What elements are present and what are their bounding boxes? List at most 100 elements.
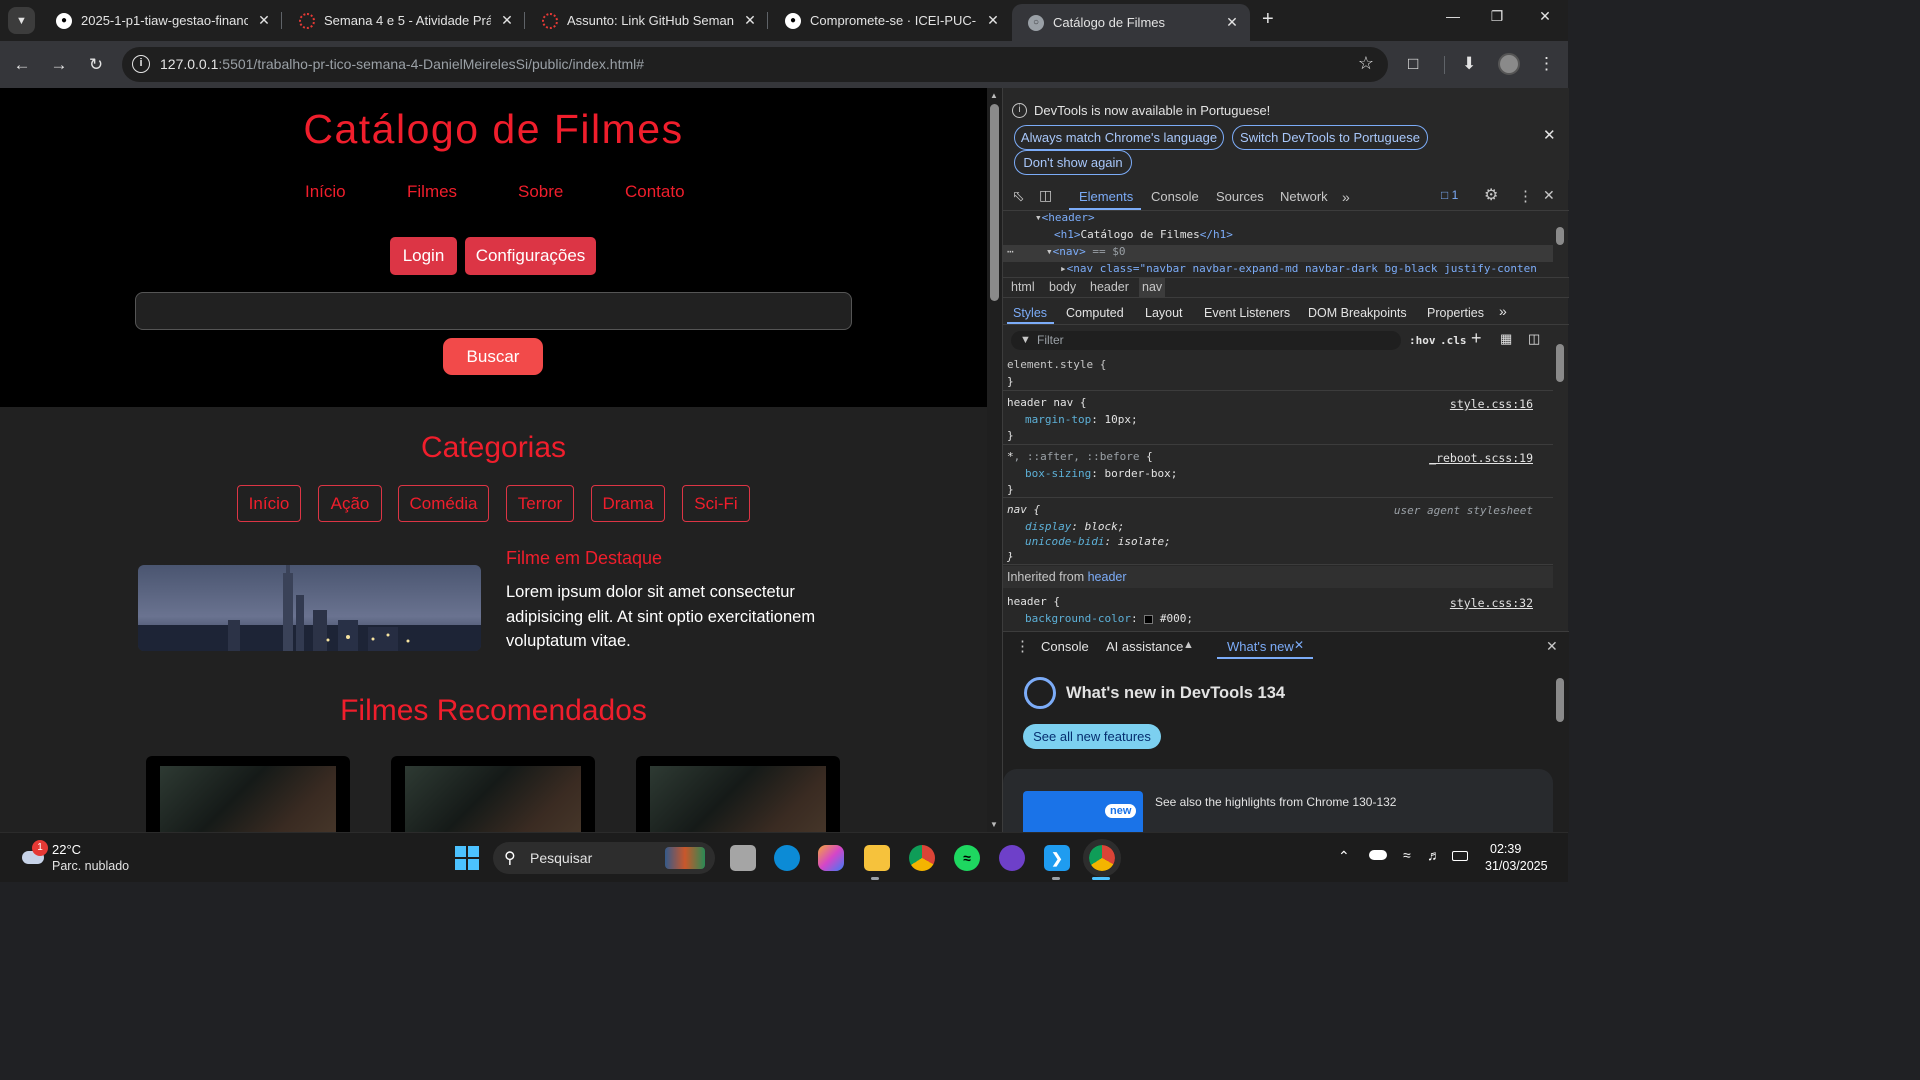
login-button[interactable]: Login [390,237,457,275]
tab-computed[interactable]: Computed [1066,306,1124,320]
class-toggle[interactable]: .cls [1440,334,1467,347]
gear-icon[interactable]: ⚙ [1484,185,1498,205]
chrome-icon[interactable] [909,845,935,871]
sidebar-toggle-icon[interactable]: ◫ [1528,331,1540,347]
back-icon[interactable]: ← [10,53,34,77]
inspect-element-icon[interactable]: ⬁ [1012,187,1025,205]
clock-date[interactable]: 31/03/2025 [1485,859,1548,873]
tab-semana-4[interactable]: Semana 4 e 5 - Atividade Prátic ✕ [283,4,525,37]
drawer-menu-icon[interactable]: ⋮ [1015,637,1030,655]
tab-catalogo-filmes[interactable]: ○ Catálogo de Filmes ✕ [1012,4,1250,41]
crumb-header[interactable]: header [1087,280,1132,294]
tab-link-github[interactable]: Assunto: Link GitHub Semana 3 ✕ [526,4,768,37]
category-comedia[interactable]: Comédia [398,485,489,522]
styles-filter-input[interactable]: ▼ Filter [1011,331,1401,350]
tab-styles[interactable]: Styles [1013,306,1047,320]
category-scifi[interactable]: Sci-Fi [682,485,750,522]
address-bar[interactable]: i 127.0.0.1:5501/trabalho-pr-tico-semana… [122,47,1388,82]
elements-scrollbar[interactable] [1554,211,1566,273]
close-notice-icon[interactable]: ✕ [1543,126,1556,144]
source-link[interactable]: style.css:16 [1450,397,1533,411]
reload-icon[interactable]: ↻ [84,53,108,77]
more-style-tabs-icon[interactable]: » [1499,303,1507,319]
hover-state-toggle[interactable]: :hov [1409,334,1436,347]
paint-icon[interactable]: ▦ [1500,331,1512,347]
volume-icon[interactable]: ♬ [1427,847,1441,863]
highlights-card[interactable]: new See also the highlights from Chrome … [1003,769,1553,833]
close-tab-icon[interactable]: ✕ [499,12,515,29]
rule-nav-user-agent[interactable]: nav { user agent stylesheet display: blo… [1003,499,1553,565]
clock-time[interactable]: 02:39 [1490,842,1521,856]
switch-portuguese-button[interactable]: Switch DevTools to Portuguese [1232,125,1428,150]
rule-header-nav[interactable]: header nav { style.css:16 margin-top: 10… [1003,392,1553,445]
category-acao[interactable]: Ação [318,485,382,522]
crumb-html[interactable]: html [1008,280,1038,294]
close-tab-icon[interactable]: ✕ [256,12,272,29]
windows-start-icon[interactable] [454,845,480,871]
search-button[interactable]: Buscar [443,338,543,375]
see-all-features-button[interactable]: See all new features [1023,724,1161,749]
tab-elements[interactable]: Elements [1079,189,1133,204]
rule-header[interactable]: header { style.css:32 background-color: … [1003,589,1553,628]
source-link[interactable]: style.css:32 [1450,596,1533,610]
close-devtools-icon[interactable]: ✕ [1543,187,1555,204]
tab-console[interactable]: Console [1151,189,1199,204]
drawer-tab-whats-new[interactable]: What's new [1227,639,1294,654]
minimize-icon[interactable]: — [1438,8,1468,32]
dont-show-again-button[interactable]: Don't show again [1014,150,1132,175]
new-tab-icon[interactable]: + [1262,8,1274,31]
scrollbar-thumb[interactable] [990,104,999,301]
extensions-icon[interactable]: □ [1408,54,1418,74]
menu-kebab-icon[interactable]: ⋮ [1538,54,1555,74]
close-tab-icon[interactable]: ✕ [742,12,758,29]
rule-universal[interactable]: *, ::after, ::before { _reboot.scss:19 b… [1003,446,1553,498]
more-tabs-icon[interactable]: » [1342,189,1350,205]
page-scrollbar[interactable]: ▲ ▼ [987,88,1002,832]
drawer-tab-console[interactable]: Console [1041,639,1089,654]
device-toolbar-icon[interactable]: ◫ [1039,187,1052,204]
site-info-icon[interactable]: i [132,55,150,73]
chrome-active-icon[interactable] [1083,839,1121,877]
forward-icon[interactable]: → [47,53,71,77]
rule-element-style[interactable]: element.style { } [1003,355,1553,391]
dom-node-h1[interactable]: <h1>Catálogo de Filmes</h1> [1003,228,1553,245]
battery-icon[interactable] [1452,851,1468,861]
url-text[interactable]: 127.0.0.1:5501/trabalho-pr-tico-semana-4… [160,56,644,72]
copilot-icon[interactable] [818,845,844,871]
movie-card[interactable] [391,756,595,832]
movie-card[interactable] [636,756,840,832]
restore-icon[interactable]: ❐ [1482,8,1512,32]
tab-network[interactable]: Network [1280,189,1328,204]
styles-scrollbar[interactable] [1554,330,1566,625]
crumb-nav[interactable]: nav [1139,278,1166,297]
file-explorer-icon[interactable] [864,845,890,871]
close-drawer-icon[interactable]: ✕ [1546,638,1558,655]
weather-desc[interactable]: Parc. nublado [52,859,129,873]
weather-icon[interactable]: 1 [20,840,48,867]
nav-link-inicio[interactable]: Início [305,182,346,202]
settings-button[interactable]: Configurações [465,237,596,275]
close-tab-icon[interactable]: ✕ [1224,14,1240,31]
tab-compromete-se[interactable]: ● Compromete-se · ICEI-PUC-Min ✕ [769,4,1011,37]
tab-layout[interactable]: Layout [1145,306,1183,320]
tab-properties[interactable]: Properties [1427,306,1484,320]
tab-gestao-financeira[interactable]: ● 2025-1-p1-tiaw-gestao-finance ✕ [40,4,282,37]
dom-node-nav-selected[interactable]: ⋯ ▾<nav> == $0 [1003,245,1553,262]
close-window-icon[interactable]: ✕ [1530,8,1560,32]
tab-dom-breakpoints[interactable]: DOM Breakpoints [1308,306,1407,320]
profile-avatar[interactable] [1498,53,1520,75]
tab-search-button[interactable]: ▼ [8,7,35,34]
chevron-up-icon[interactable]: ⌃ [1338,848,1350,865]
onedrive-icon[interactable] [1369,850,1387,860]
dom-node-nav-child[interactable]: ▸<nav class="navbar navbar-expand-md nav… [1003,262,1553,276]
tab-sources[interactable]: Sources [1216,189,1264,204]
task-view-icon[interactable] [730,845,756,871]
taskbar-search[interactable]: ⚲ Pesquisar [493,842,715,874]
drawer-tab-ai-assistance[interactable]: AI assistance [1106,639,1183,654]
search-input[interactable] [135,292,852,330]
vscode-icon[interactable]: ❯ [1044,845,1070,871]
crumb-body[interactable]: body [1046,280,1079,294]
movie-card[interactable] [146,756,350,832]
scroll-up-icon[interactable]: ▲ [990,91,998,100]
download-icon[interactable]: ⬇ [1462,54,1476,74]
